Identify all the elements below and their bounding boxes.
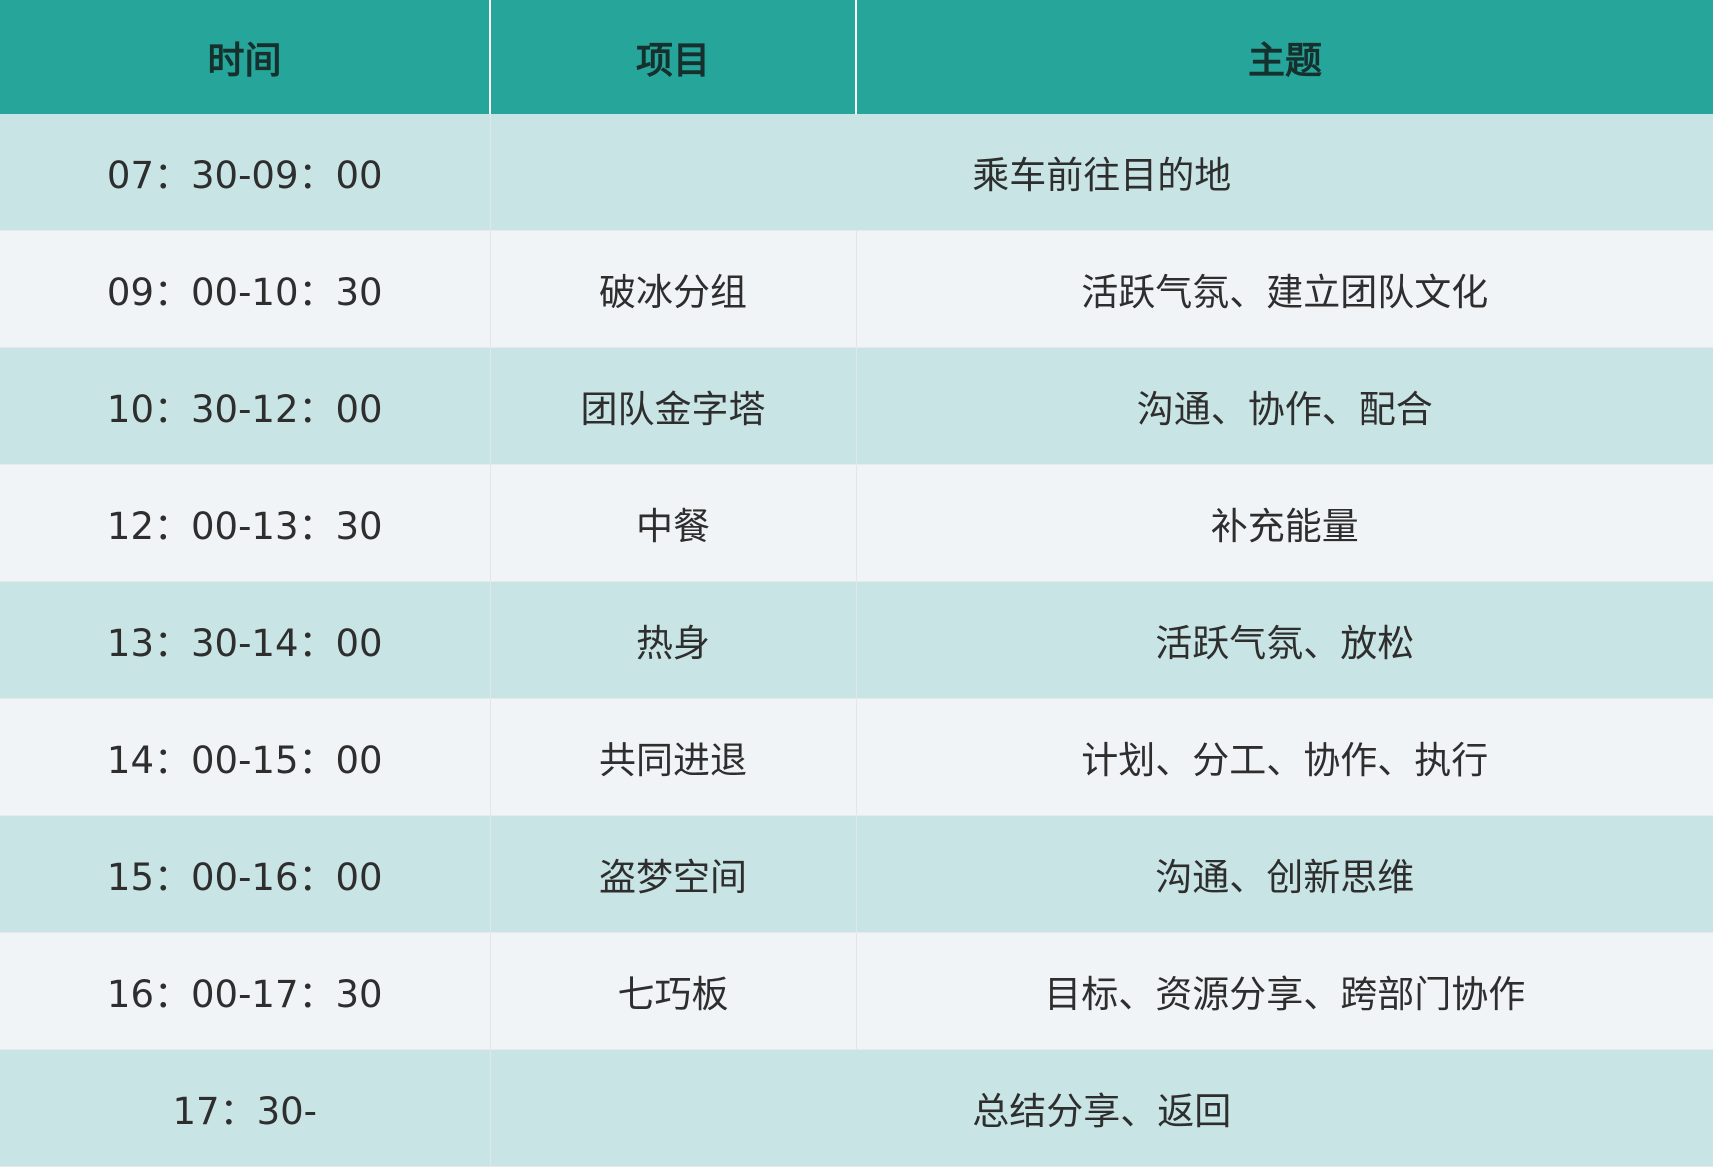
header-row: 时间 项目 主题 [0,0,1713,114]
table-row: 17：30- 总结分享、返回 [0,1049,1713,1167]
topic-cell: 沟通、创新思维 [855,815,1713,933]
time-cell: 10：30-12：00 [0,347,490,465]
topic-cell: 计划、分工、协作、执行 [855,698,1713,816]
time-cell: 14：00-15：00 [0,698,490,816]
time-cell: 07：30-09：00 [0,114,490,231]
table-row: 09：00-10：30 破冰分组 活跃气氛、建立团队文化 [0,230,1713,348]
table-row: 14：00-15：00 共同进退 计划、分工、协作、执行 [0,698,1713,816]
table-row: 15：00-16：00 盗梦空间 沟通、创新思维 [0,815,1713,933]
topic-cell: 活跃气氛、放松 [855,581,1713,699]
time-cell: 09：00-10：30 [0,230,490,348]
merged-cell: 总结分享、返回 [489,1049,1713,1167]
topic-cell: 活跃气氛、建立团队文化 [855,230,1713,348]
table-row: 07：30-09：00 乘车前往目的地 [0,114,1713,231]
item-cell: 盗梦空间 [489,815,856,933]
item-cell: 七巧板 [489,932,856,1050]
table-row: 12：00-13：30 中餐 补充能量 [0,464,1713,582]
time-cell: 16：00-17：30 [0,932,490,1050]
table-row: 16：00-17：30 七巧板 目标、资源分享、跨部门协作 [0,932,1713,1050]
header-topic: 主题 [855,0,1713,114]
schedule-table: 时间 项目 主题 07：30-09：00 乘车前往目的地 09：00-10：30… [0,0,1713,1167]
merged-cell: 乘车前往目的地 [489,114,1713,231]
item-cell: 团队金字塔 [489,347,856,465]
table-row: 10：30-12：00 团队金字塔 沟通、协作、配合 [0,347,1713,465]
time-cell: 17：30- [0,1049,490,1167]
item-cell: 热身 [489,581,856,699]
topic-cell: 补充能量 [855,464,1713,582]
item-cell: 破冰分组 [489,230,856,348]
item-cell: 中餐 [489,464,856,582]
time-cell: 13：30-14：00 [0,581,490,699]
header-item: 项目 [489,0,856,114]
time-cell: 15：00-16：00 [0,815,490,933]
header-time: 时间 [0,0,490,114]
item-cell: 共同进退 [489,698,856,816]
topic-cell: 目标、资源分享、跨部门协作 [855,932,1713,1050]
time-cell: 12：00-13：30 [0,464,490,582]
topic-cell: 沟通、协作、配合 [855,347,1713,465]
table-row: 13：30-14：00 热身 活跃气氛、放松 [0,581,1713,699]
